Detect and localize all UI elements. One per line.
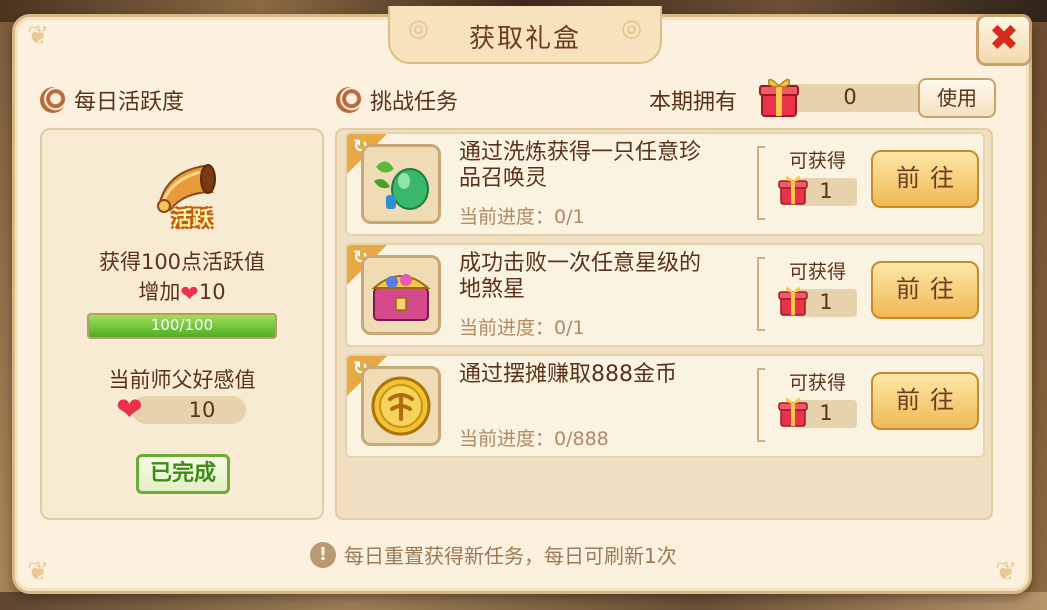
master-favor-value: 10 <box>188 398 216 422</box>
activity-progress-text: 100/100 <box>150 316 214 334</box>
gift-box-icon <box>778 397 808 427</box>
reward-label: 可获得 <box>789 261 847 283</box>
task-progress: 当前进度：0/888 <box>459 428 609 450</box>
completed-button[interactable]: 已完成 <box>136 454 230 494</box>
go-button[interactable]: 前往 <box>871 261 979 319</box>
corner-ornament-icon: ❦ <box>995 557 1017 587</box>
daily-activity-panel: 活跃 获得100点活跃值 增加❤10 100/100 当前师父好感值 ❤ 10 … <box>40 128 324 520</box>
task-description: 通过洗炼获得一只任意珍品召唤灵 <box>459 140 702 191</box>
close-icon: ✖ <box>988 18 1020 59</box>
use-button[interactable]: 使用 <box>918 78 996 118</box>
heart-icon: ❤ <box>180 282 199 307</box>
footer-note: ! 每日重置获得新任务，每日可刷新1次 <box>310 540 677 569</box>
dialog-title: 获取礼盒 <box>468 24 581 54</box>
close-button[interactable]: ✖ <box>976 14 1032 66</box>
task-card: ↻ 通过洗炼获得一只任意珍品召唤灵 当前进度：0/1 可获得 1 前往 <box>345 132 985 236</box>
task-card: ↻ 通过摆摊赚取888金币 当前进度：0/888 可获得 1 前往 <box>345 354 985 458</box>
corner-ornament-icon: ❦ <box>27 557 49 587</box>
task-progress: 当前进度：0/1 <box>459 206 585 228</box>
dialog-title-tab: ◎ ◎ 获取礼盒 <box>388 6 662 64</box>
heart-icon: ❤ <box>116 390 143 428</box>
master-favor-label: 当前师父好感值 <box>108 368 256 392</box>
task-list: ↻ 通过洗炼获得一只任意珍品召唤灵 当前进度：0/1 可获得 1 前往 ↻ 成功… <box>335 128 993 520</box>
daily-activity-title: 每日活跃度 <box>74 90 185 115</box>
add-favor-row: 增加❤10 <box>42 276 322 307</box>
task-item-frame <box>361 366 441 446</box>
info-icon: ! <box>310 541 336 568</box>
add-favor-label: 增加 <box>138 280 181 304</box>
activity-progress-bar: 100/100 <box>87 313 277 339</box>
go-button[interactable]: 前往 <box>871 150 979 208</box>
gold-coin-icon <box>371 376 431 436</box>
divider <box>757 257 765 331</box>
swirl-icon <box>336 87 362 113</box>
gift-box-icon <box>778 286 808 316</box>
reward-label: 可获得 <box>789 372 847 394</box>
gourd-icon <box>374 161 429 210</box>
go-button[interactable]: 前往 <box>871 372 979 430</box>
corner-ornament-icon: ❦ <box>27 21 49 51</box>
add-favor-value: 10 <box>198 280 226 304</box>
task-item-frame <box>361 144 441 224</box>
owned-label: 本期拥有 <box>649 90 738 115</box>
reward-label: 可获得 <box>789 150 847 172</box>
task-item-frame <box>361 255 441 335</box>
swirl-icon <box>40 87 66 113</box>
background-bottom <box>0 592 1047 610</box>
gift-box-icon <box>778 175 808 205</box>
task-progress: 当前进度：0/1 <box>459 317 585 339</box>
task-card: ↻ 成功击败一次任意星级的地煞星 当前进度：0/1 可获得 1 前往 <box>345 243 985 347</box>
task-description: 通过摆摊赚取888金币 <box>459 362 677 387</box>
challenge-header: 挑战任务 <box>336 84 458 116</box>
gift-box-icon <box>759 78 799 117</box>
master-favor-bar: ❤ 10 <box>116 390 246 428</box>
treasure-chest-icon <box>371 274 431 321</box>
gain-activity-text: 获得100点活跃值 <box>98 250 266 274</box>
challenge-title: 挑战任务 <box>370 90 459 115</box>
divider <box>757 368 765 442</box>
divider <box>757 146 765 220</box>
active-badge: 活跃 <box>172 206 212 230</box>
daily-activity-header: 每日活跃度 <box>40 84 184 116</box>
footer-note-text: 每日重置获得新任务，每日可刷新1次 <box>344 544 677 568</box>
task-description: 成功击败一次任意星级的地煞星 <box>459 251 702 302</box>
